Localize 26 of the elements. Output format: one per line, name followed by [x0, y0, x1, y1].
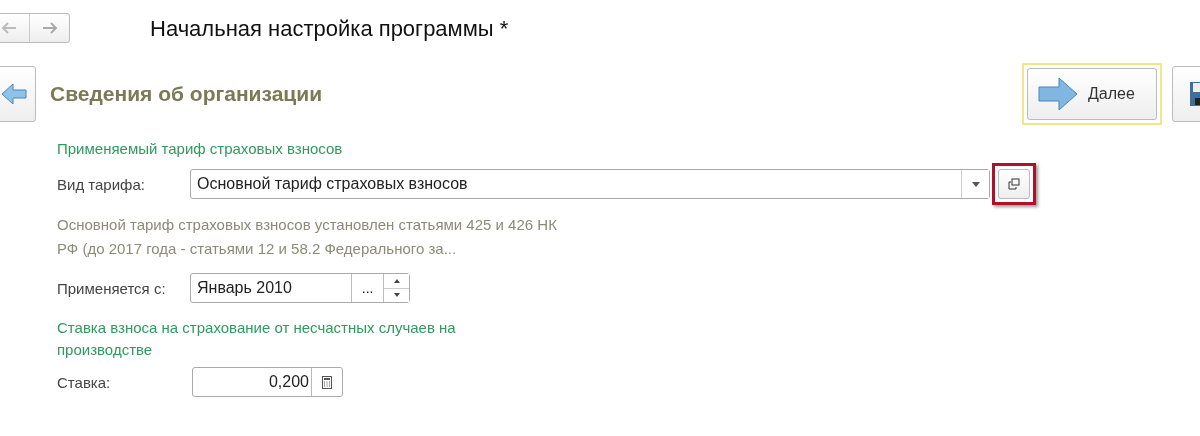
section-heading: Сведения об организации: [50, 82, 323, 106]
spin-down-icon: [393, 293, 400, 298]
rate-field[interactable]: 0,200: [193, 368, 311, 396]
field-label: Применяется с:: [57, 279, 167, 297]
open-window-icon: [1008, 178, 1020, 190]
left-arrow-icon: [1, 83, 27, 105]
tariff-description: Основной тариф страховых взносов установлен статьями 425 и 426 НК РФ (до 2017 года - статьями 12 и 58.2 Федерального за...: [57, 215, 558, 259]
field-label: Вид тарифа:: [57, 175, 146, 193]
field-label: Ставка:: [57, 373, 112, 391]
back-button[interactable]: [0, 66, 36, 122]
rate-input[interactable]: 0,200: [192, 367, 343, 397]
calculator-icon: [321, 375, 332, 389]
date-picker[interactable]: Январь 2010 ...: [190, 273, 410, 303]
next-button[interactable]: Далее: [1027, 68, 1157, 120]
section-title: Ставка взноса на страхование от несчастных случаев на производстве: [57, 318, 457, 360]
dropdown-icon: [971, 181, 980, 187]
section-title: Применяемый тариф страховых взносов: [57, 140, 344, 157]
dropdown-button[interactable]: [961, 170, 989, 198]
save-button[interactable]: [1172, 66, 1200, 122]
open-button[interactable]: [998, 169, 1030, 199]
date-field[interactable]: Январь 2010: [191, 274, 351, 302]
right-arrow-icon: [1038, 77, 1078, 111]
forward-arrow-icon: [41, 22, 58, 34]
calculator-button[interactable]: [311, 368, 341, 396]
spin-up-icon: [393, 278, 400, 283]
window-title: Начальная настройка программы *: [150, 16, 509, 42]
